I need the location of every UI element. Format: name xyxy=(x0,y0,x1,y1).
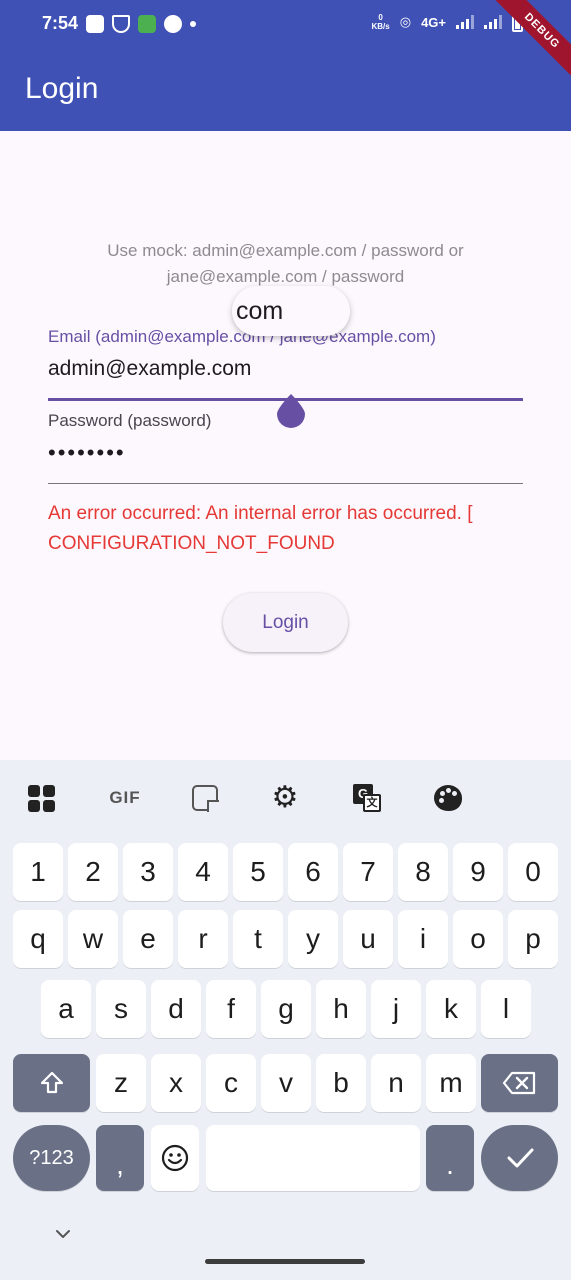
status-bar: 7:54 0 KB/s ◎ 4G+ xyxy=(0,10,571,38)
key-o[interactable]: o xyxy=(453,910,503,968)
key-i[interactable]: i xyxy=(398,910,448,968)
key-1[interactable]: 1 xyxy=(13,843,63,901)
space-key[interactable] xyxy=(206,1125,420,1191)
key-b[interactable]: b xyxy=(316,1054,366,1112)
app-notification-icon xyxy=(138,15,156,33)
youtube-icon xyxy=(86,15,104,33)
key-a[interactable]: a xyxy=(41,980,91,1038)
backspace-icon xyxy=(502,1071,535,1095)
key-s[interactable]: s xyxy=(96,980,146,1038)
key-x[interactable]: x xyxy=(151,1054,201,1112)
backspace-key[interactable] xyxy=(481,1054,558,1112)
comma-key[interactable]: , xyxy=(96,1125,144,1191)
done-key[interactable] xyxy=(481,1125,558,1191)
emoji-key[interactable] xyxy=(151,1125,199,1191)
key-q[interactable]: q xyxy=(13,910,63,968)
net-speed: 0 KB/s xyxy=(371,13,390,31)
key-p[interactable]: p xyxy=(508,910,558,968)
text-magnifier: com xyxy=(232,286,350,336)
translate-icon[interactable]: G 文 xyxy=(349,780,385,816)
keyboard-toolbar: GIF ⚙ G 文 xyxy=(0,780,571,816)
key-y[interactable]: y xyxy=(288,910,338,968)
key-j[interactable]: j xyxy=(371,980,421,1038)
key-e[interactable]: e xyxy=(123,910,173,968)
hotspot-icon: ◎ xyxy=(399,14,412,29)
key-t[interactable]: t xyxy=(233,910,283,968)
key-v[interactable]: v xyxy=(261,1054,311,1112)
home-gesture-bar[interactable] xyxy=(205,1259,365,1264)
key-3[interactable]: 3 xyxy=(123,843,173,901)
key-0[interactable]: 0 xyxy=(508,843,558,901)
key-u[interactable]: u xyxy=(343,910,393,968)
page-title: Login xyxy=(25,72,99,105)
key-5[interactable]: 5 xyxy=(233,843,283,901)
key-6[interactable]: 6 xyxy=(288,843,338,901)
status-time: 7:54 xyxy=(42,13,79,33)
gif-button[interactable]: GIF xyxy=(105,780,145,816)
key-h[interactable]: h xyxy=(316,980,366,1038)
key-n[interactable]: n xyxy=(371,1054,421,1112)
key-m[interactable]: m xyxy=(426,1054,476,1112)
error-message: An error occurred: An internal error has… xyxy=(48,503,473,554)
period-key[interactable]: . xyxy=(426,1125,474,1191)
key-7[interactable]: 7 xyxy=(343,843,393,901)
vpn-shield-icon xyxy=(112,15,130,33)
apps-grid-icon[interactable] xyxy=(23,780,59,816)
key-9[interactable]: 9 xyxy=(453,843,503,901)
more-notifications-dot-icon xyxy=(190,21,196,27)
soft-keyboard: GIF ⚙ G 文 1 2 3 4 5 6 7 8 9 0 q w e r t … xyxy=(0,760,571,1280)
system-icons: 0 KB/s ◎ 4G+ xyxy=(371,12,523,32)
key-g[interactable]: g xyxy=(261,980,311,1038)
key-4[interactable]: 4 xyxy=(178,843,228,901)
key-2[interactable]: 2 xyxy=(68,843,118,901)
password-field-label: Password (password) xyxy=(48,411,212,430)
shift-key[interactable] xyxy=(13,1054,90,1112)
key-8[interactable]: 8 xyxy=(398,843,448,901)
login-button[interactable]: Login xyxy=(223,593,348,652)
key-k[interactable]: k xyxy=(426,980,476,1038)
network-type: 4G+ xyxy=(421,14,446,30)
checkmark-icon xyxy=(507,1148,533,1168)
emoji-icon xyxy=(161,1144,189,1172)
signal-sim2-icon xyxy=(484,15,502,29)
key-w[interactable]: w xyxy=(68,910,118,968)
key-c[interactable]: c xyxy=(206,1054,256,1112)
palette-icon[interactable] xyxy=(430,780,466,816)
keyboard-hide-chevron-icon[interactable] xyxy=(55,1226,71,1242)
sticker-icon[interactable] xyxy=(187,780,223,816)
key-d[interactable]: d xyxy=(151,980,201,1038)
key-l[interactable]: l xyxy=(481,980,531,1038)
email-field[interactable]: admin@example.com xyxy=(48,357,251,381)
gear-icon[interactable]: ⚙ xyxy=(267,780,303,816)
password-field[interactable]: •••••••• xyxy=(48,440,126,466)
key-z[interactable]: z xyxy=(96,1054,146,1112)
key-f[interactable]: f xyxy=(206,980,256,1038)
cursor-handle-icon[interactable] xyxy=(275,392,307,428)
notification-icons xyxy=(86,15,196,33)
speedometer-icon xyxy=(164,15,182,33)
signal-sim1-icon xyxy=(456,15,474,29)
mock-credentials-hint: Use mock: admin@example.com / password o… xyxy=(107,241,464,286)
app-bar: 7:54 0 KB/s ◎ 4G+ DEBUG Login xyxy=(0,0,571,131)
key-r[interactable]: r xyxy=(178,910,228,968)
shift-icon xyxy=(40,1071,63,1094)
password-field-underline xyxy=(48,483,523,484)
symbols-key[interactable]: ?123 xyxy=(13,1125,90,1191)
